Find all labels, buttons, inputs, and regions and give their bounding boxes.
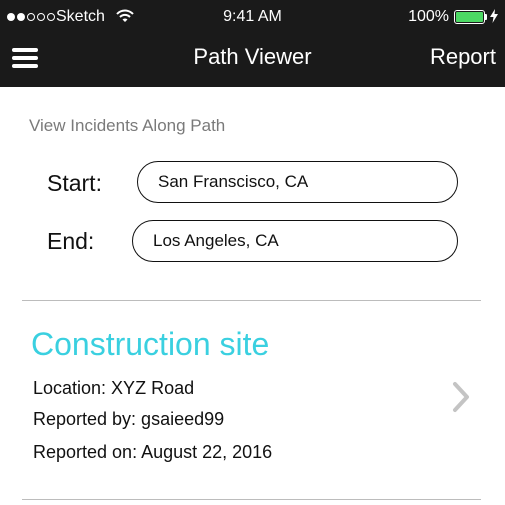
top-bar: Sketch 9:41 AM 100% Path Viewer Report — [0, 0, 505, 87]
charging-bolt-icon — [490, 9, 498, 28]
battery-icon — [454, 10, 485, 24]
start-location-input[interactable] — [137, 161, 458, 203]
section-label: View Incidents Along Path — [29, 116, 226, 135]
divider — [22, 300, 481, 301]
divider — [22, 499, 481, 500]
report-button[interactable]: Report — [430, 44, 496, 70]
battery-tip — [485, 14, 487, 20]
status-bar: Sketch 9:41 AM 100% — [0, 0, 505, 36]
incident-location: Location: XYZ Road — [33, 378, 195, 398]
battery-level-fill — [456, 12, 483, 22]
end-location-input[interactable] — [132, 220, 458, 262]
start-label: Start: — [47, 170, 102, 196]
incident-reporter: Reported by: gsaieed99 — [33, 409, 225, 429]
incident-date: Reported on: August 22, 2016 — [33, 442, 273, 462]
incident-title: Construction site — [31, 326, 270, 362]
chevron-right-icon[interactable] — [451, 381, 471, 418]
battery-percentage: 100% — [408, 8, 449, 25]
end-label: End: — [47, 228, 95, 254]
